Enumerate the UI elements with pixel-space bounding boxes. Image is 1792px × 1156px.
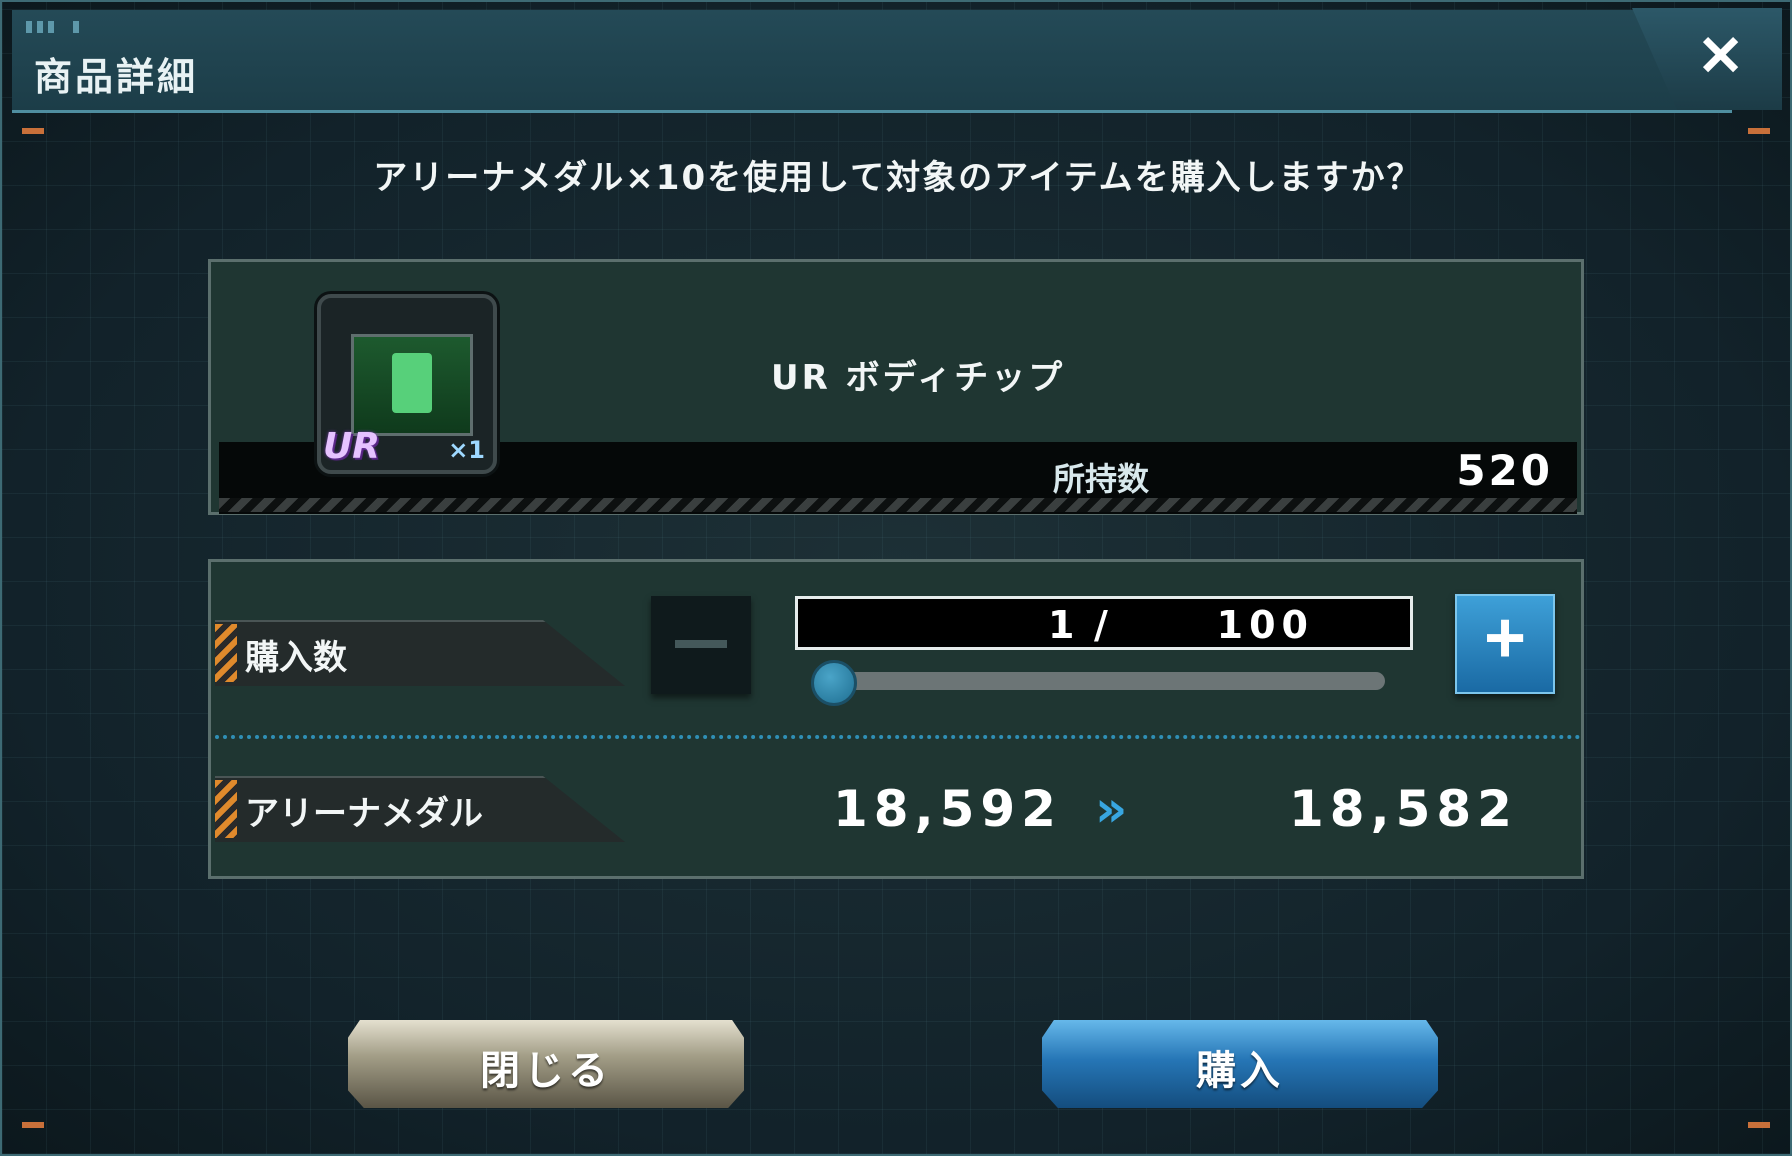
- item-thumbnail: UR ×1: [317, 294, 497, 474]
- product-detail-dialog: 商品詳細 ✕ アリーナメダル×10を使用して対象のアイテムを購入しますか？ UR…: [0, 0, 1792, 1156]
- currency-after: 18,582: [1289, 780, 1518, 838]
- buy-button-label: 購入: [1196, 1048, 1284, 1094]
- body-chip-icon: [351, 334, 473, 436]
- corner-mark: [22, 1122, 44, 1128]
- dialog-title: 商品詳細: [34, 55, 199, 99]
- corner-mark: [1748, 128, 1770, 134]
- item-name: UR ボディチップ: [771, 358, 1066, 398]
- increase-quantity-button[interactable]: +: [1455, 594, 1555, 694]
- currency-label: アリーナメダル: [245, 794, 483, 834]
- confirmation-prompt: アリーナメダル×10を使用して対象のアイテムを購入しますか？: [373, 158, 1423, 198]
- quantity-label: 購入数: [245, 638, 347, 678]
- header-decoration: [26, 18, 84, 37]
- hazard-stripes: [219, 498, 1577, 512]
- quantity-current: 1: [1048, 603, 1079, 647]
- close-dialog-button[interactable]: 閉じる: [348, 1020, 744, 1108]
- quantity-max: 100: [1216, 603, 1314, 647]
- hazard-stripe: [215, 780, 237, 838]
- currency-before: 18,592: [833, 780, 1062, 838]
- item-panel: UR ×1 UR ボディチップ 所持数 520: [208, 259, 1584, 515]
- close-button-label: 閉じる: [480, 1048, 612, 1094]
- section-divider: [215, 735, 1581, 739]
- close-icon: ✕: [1697, 24, 1744, 87]
- corner-mark: [1748, 1122, 1770, 1128]
- double-chevron-right-icon: »: [1095, 780, 1128, 838]
- item-quantity-badge: ×1: [448, 436, 485, 464]
- quantity-separator: /: [1094, 603, 1108, 647]
- quantity-slider-track[interactable]: [817, 672, 1385, 690]
- corner-mark: [22, 128, 44, 134]
- dialog-header: 商品詳細: [12, 10, 1732, 113]
- decrease-quantity-button[interactable]: [651, 596, 751, 694]
- buy-button[interactable]: 購入: [1042, 1020, 1438, 1108]
- purchase-panel: 購入数 1 / 100 + アリーナメダル 18,592 » 18,582: [208, 559, 1584, 879]
- owned-label: 所持数: [1053, 460, 1150, 498]
- minus-icon: [675, 640, 727, 648]
- rarity-badge: UR: [323, 426, 380, 467]
- hazard-stripe: [215, 624, 237, 682]
- plus-icon: +: [1483, 598, 1527, 678]
- quantity-display: 1 / 100: [795, 596, 1413, 650]
- owned-value: 520: [1456, 446, 1553, 495]
- quantity-slider-handle[interactable]: [811, 660, 857, 706]
